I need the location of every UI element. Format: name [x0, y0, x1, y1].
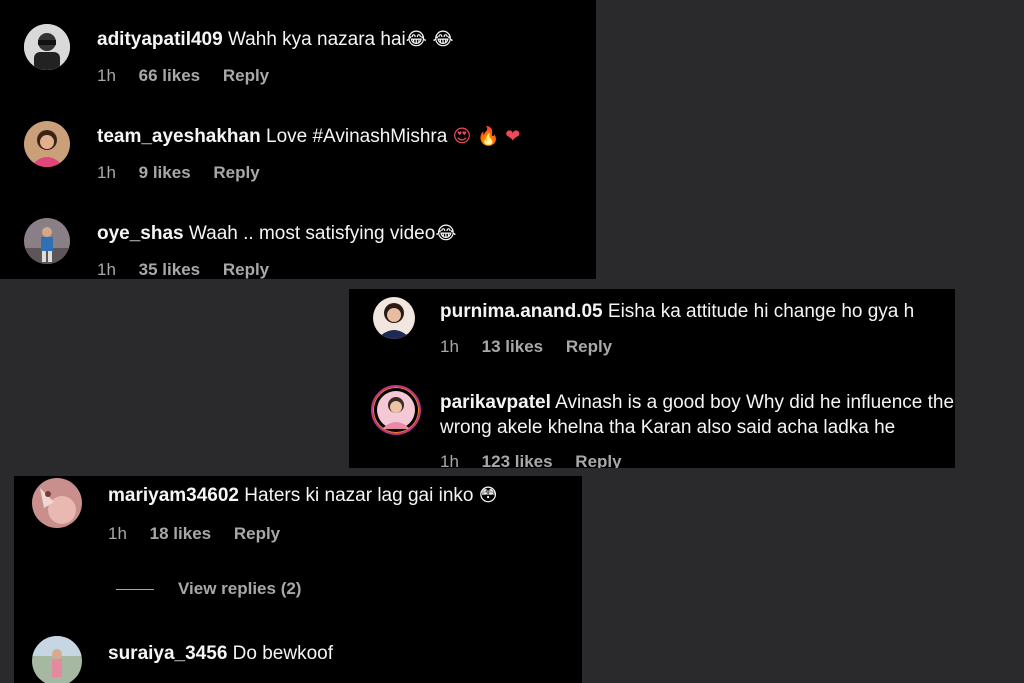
laughing-emoji-icon: 😂 😂 — [405, 29, 454, 50]
comment-username[interactable]: adityapatil409 — [97, 29, 223, 50]
reply-button[interactable]: Reply — [575, 452, 621, 468]
avatar[interactable] — [24, 121, 70, 167]
comments-panel-2: purnima.anand.05 Eisha ka attitude hi ch… — [349, 289, 955, 468]
comment-username[interactable]: purnima.anand.05 — [440, 301, 603, 322]
comment-text: Avinash is a good boy Why did he influen… — [555, 392, 955, 413]
view-replies-divider — [116, 589, 154, 591]
comment-time: 1h — [440, 452, 459, 468]
avatar[interactable] — [32, 478, 82, 528]
comment-likes[interactable]: 35 likes — [139, 260, 200, 279]
reply-button[interactable]: Reply — [234, 524, 280, 543]
comment-text-continued: wrong akele khelna tha Karan also said a… — [440, 417, 896, 438]
view-replies-button[interactable]: View replies (2) — [116, 579, 301, 599]
reply-button[interactable]: Reply — [213, 163, 259, 182]
comment-text: Wahh kya nazara hai — [227, 29, 406, 50]
avatar[interactable] — [24, 24, 70, 70]
comment-text: Do bewkoof — [232, 643, 334, 664]
comment-time: 1h — [97, 66, 116, 85]
comment-likes[interactable]: 9 likes — [139, 163, 191, 182]
comment-time: 1h — [440, 337, 459, 356]
comment-text: Waah .. most satisfying video — [188, 223, 436, 244]
comment-time: 1h — [97, 260, 116, 279]
comment-likes[interactable]: 123 likes — [482, 452, 553, 468]
comment-username[interactable]: mariyam34602 — [108, 485, 239, 506]
reply-button[interactable]: Reply — [223, 66, 269, 85]
comment-text: Love #AvinashMishra — [266, 126, 448, 147]
comment-time: 1h — [108, 524, 127, 543]
view-replies-label: View replies (2) — [178, 579, 302, 598]
comment-username[interactable]: parikavpatel — [440, 392, 551, 413]
avatar[interactable] — [373, 297, 415, 339]
comments-panel-3: mariyam34602 Haters ki nazar lag gai ink… — [14, 476, 582, 683]
avatar[interactable] — [371, 385, 421, 435]
comment-likes[interactable]: 66 likes — [139, 66, 200, 85]
comment-username[interactable]: oye_shas — [97, 223, 184, 244]
flushed-emoji-icon: 😳 — [478, 485, 498, 506]
comment-likes[interactable]: 13 likes — [482, 337, 543, 356]
comment-time: 1h — [97, 163, 116, 182]
comment-text: Haters ki nazar lag gai inko — [244, 485, 474, 506]
comments-panel-1: adityapatil409 Wahh kya nazara hai😂 😂 1h… — [0, 0, 596, 279]
heart-eyes-fire-heart-emoji-icon: 😍 🔥 ❤ — [452, 126, 521, 147]
comment-username[interactable]: team_ayeshakhan — [97, 126, 261, 147]
reply-button[interactable]: Reply — [223, 260, 269, 279]
comment-likes[interactable]: 18 likes — [150, 524, 211, 543]
laughing-emoji-icon: 😂 — [435, 223, 457, 244]
reply-button[interactable]: Reply — [566, 337, 612, 356]
comment-text: Eisha ka attitude hi change ho gya h — [607, 301, 915, 322]
avatar[interactable] — [24, 218, 70, 264]
comment-username[interactable]: suraiya_3456 — [108, 643, 227, 664]
avatar[interactable] — [32, 636, 82, 683]
